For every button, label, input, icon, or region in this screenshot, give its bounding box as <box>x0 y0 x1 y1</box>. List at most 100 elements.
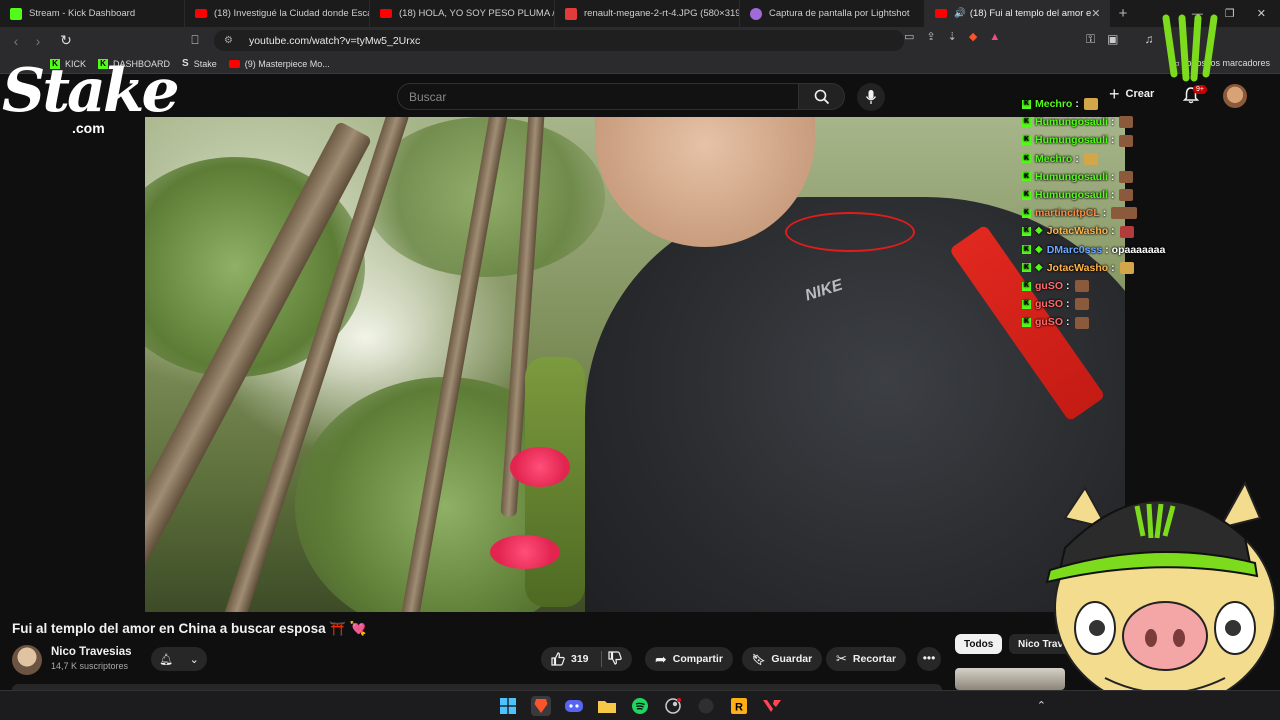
search-input[interactable]: Buscar <box>397 83 799 110</box>
windows-start-icon[interactable] <box>498 696 518 716</box>
obs-icon[interactable] <box>696 696 716 716</box>
stake-logo: Stake .com <box>2 56 180 138</box>
chat-username: martincitpCL <box>1035 207 1100 220</box>
chip-all[interactable]: Todos <box>955 634 1003 654</box>
address-actions: ▭ ⇪ ⇣ ◆ ▲ <box>904 30 1000 44</box>
chat-separator: : <box>1066 316 1070 329</box>
forward-icon[interactable]: › <box>27 33 49 49</box>
share-icon: ➦ <box>655 650 667 667</box>
screenshot-icon[interactable]: ▣ <box>1107 32 1118 47</box>
divider <box>600 651 602 667</box>
subscriber-count: 14,7 K suscriptores <box>51 661 129 671</box>
site-info-icon[interactable]: ⚙ <box>224 35 233 46</box>
kick-badge-icon: K <box>1022 190 1031 200</box>
file-explorer-icon[interactable] <box>597 696 617 716</box>
url-field[interactable]: ⚙ youtube.com/watch?v=tyMw5_2Urxc <box>214 30 904 51</box>
tab-title: (18) Fui al templo del amor e <box>969 8 1092 19</box>
bookmark-label: Stake <box>193 58 217 69</box>
tab-title: Stream - Kick Dashboard <box>29 8 136 19</box>
kick-badge-icon: K <box>1022 318 1031 328</box>
youtube-icon <box>195 9 207 18</box>
new-tab-button[interactable]: + <box>1110 5 1136 22</box>
music-icon[interactable]: ♫ <box>1144 32 1153 47</box>
steam-icon[interactable] <box>663 696 683 716</box>
chat-emote <box>1074 280 1089 293</box>
reload-icon[interactable]: ↻ <box>55 32 77 49</box>
tab-title: (18) Investigué la Ciudad donde Esca <box>214 8 370 19</box>
close-icon[interactable]: ✕ <box>1091 7 1100 20</box>
save-label: Guardar <box>771 653 813 665</box>
bookmark-stake[interactable]: S Stake <box>182 58 217 69</box>
spotify-icon[interactable] <box>630 696 650 716</box>
subscription-bell-button[interactable]: 🔔︎ ⌄ <box>151 647 207 671</box>
save-button[interactable]: 🔖︎ Guardar <box>742 647 823 671</box>
voice-search-button[interactable] <box>857 83 885 111</box>
bookmark-icon[interactable]: ⎕ <box>184 33 206 48</box>
cast-icon[interactable]: ▭ <box>904 30 914 43</box>
browser-tab-active[interactable]: 🔊 (18) Fui al templo del amor e ✕ <box>925 0 1110 27</box>
chevron-down-icon: ⌄ <box>189 653 199 666</box>
stake-icon: S <box>182 58 189 69</box>
notification-badge: 9+ <box>1193 85 1207 94</box>
browser-tab-strip: Stream - Kick Dashboard (18) Investigué … <box>0 0 1280 27</box>
save-icon: 🔖︎ <box>752 653 766 666</box>
extensions-icon[interactable]: ⚿ <box>1086 32 1095 47</box>
more-options-button[interactable]: ••• <box>917 647 941 671</box>
speaker-icon: 🔊 <box>954 8 966 19</box>
chat-message: K ◆ DMarc0sss: opaaaaaaa <box>1022 241 1232 259</box>
chat-username: guSO <box>1035 316 1063 329</box>
clip-button[interactable]: ✂ Recortar <box>826 647 907 671</box>
chat-separator: : <box>1110 134 1115 147</box>
brave-shield-icon[interactable]: ◆ <box>969 30 977 43</box>
svg-text:R: R <box>735 702 743 714</box>
channel-name[interactable]: Nico Travesias <box>51 646 132 658</box>
channel-avatar[interactable] <box>12 645 42 675</box>
browser-tab[interactable]: Stream - Kick Dashboard <box>0 0 185 27</box>
search-button[interactable] <box>798 83 845 110</box>
like-dislike-group: 319 <box>541 647 632 671</box>
diamond-badge-icon: ◆ <box>1035 261 1043 273</box>
close-window-icon[interactable]: ✕ <box>1257 7 1266 20</box>
browser-tab[interactable]: (18) HOLA, YO SOY PESO PLUMA // | <box>370 0 555 27</box>
chat-emote <box>1083 152 1098 165</box>
discord-icon[interactable] <box>564 696 584 716</box>
chat-username: guSO <box>1035 298 1063 311</box>
chat-username: Mechro <box>1035 152 1073 165</box>
url-text: youtube.com/watch?v=tyMw5_2Urxc <box>248 34 421 47</box>
bookmark-masterpiece[interactable]: (9) Masterpiece Mo... <box>228 59 330 69</box>
chat-separator: : <box>1075 98 1079 110</box>
chat-emote <box>1111 207 1138 220</box>
clip-label: Recortar <box>852 653 897 665</box>
chat-message: KguSO: <box>1022 295 1232 313</box>
install-icon[interactable]: ⇣ <box>948 30 957 43</box>
tab-title: (18) HOLA, YO SOY PESO PLUMA // | <box>399 8 555 19</box>
rockstar-icon[interactable]: R <box>729 696 749 716</box>
chat-emote <box>1083 98 1098 111</box>
valorant-icon[interactable] <box>762 696 782 716</box>
maximize-icon[interactable]: ❐ <box>1225 7 1235 20</box>
feather-icon <box>750 7 762 20</box>
tray-chevron-icon[interactable]: ⌃ <box>1037 699 1046 712</box>
back-icon[interactable]: ‹ <box>5 33 27 49</box>
share-icon[interactable]: ⇪ <box>926 30 935 43</box>
kick-badge-icon: K <box>1022 99 1031 109</box>
video-player[interactable]: NIKE <box>145 117 1125 612</box>
bell-icon: 🔔︎ <box>159 653 174 666</box>
brave-icon[interactable] <box>531 696 551 716</box>
like-button[interactable]: 319 <box>551 652 589 666</box>
dislike-button[interactable] <box>607 650 622 668</box>
tab-title: renault-megane-2-rt-4.JPG (580×319 <box>584 8 740 19</box>
browser-tab[interactable]: Captura de pantalla por Lightshot <box>740 0 925 27</box>
like-count: 319 <box>571 653 589 665</box>
kick-badge-icon: K <box>1022 245 1031 255</box>
chat-username: JotacWasho <box>1046 261 1109 274</box>
brave-rewards-icon[interactable]: ▲ <box>989 31 1000 43</box>
share-button[interactable]: ➦ Compartir <box>645 647 733 671</box>
image-icon <box>565 7 577 20</box>
search-placeholder: Buscar <box>409 89 447 104</box>
chat-message: K Humungosauli: <box>1022 131 1232 149</box>
kick-icon <box>10 7 22 20</box>
kick-badge-icon: K <box>1022 299 1031 309</box>
browser-tab[interactable]: (18) Investigué la Ciudad donde Esca <box>185 0 370 27</box>
browser-tab[interactable]: renault-megane-2-rt-4.JPG (580×319 <box>555 0 740 27</box>
